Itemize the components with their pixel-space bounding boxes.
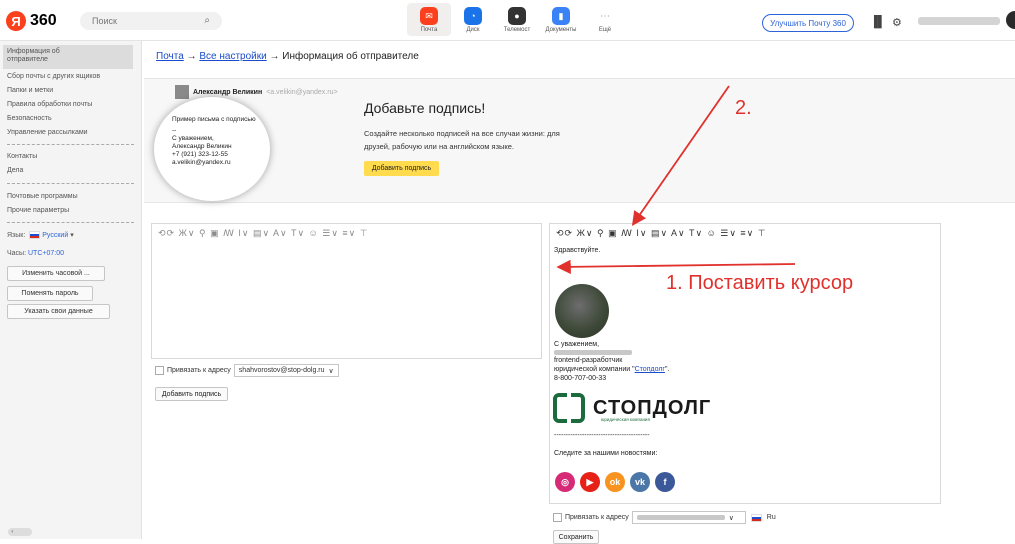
arrow-to-toolbar xyxy=(631,85,730,226)
annotation-step-1: 1. Поставить курсор xyxy=(666,272,854,294)
annotation-step-2: 2. xyxy=(735,97,752,119)
annotation-arrows xyxy=(556,85,796,275)
arrow-to-cursor xyxy=(556,259,796,275)
